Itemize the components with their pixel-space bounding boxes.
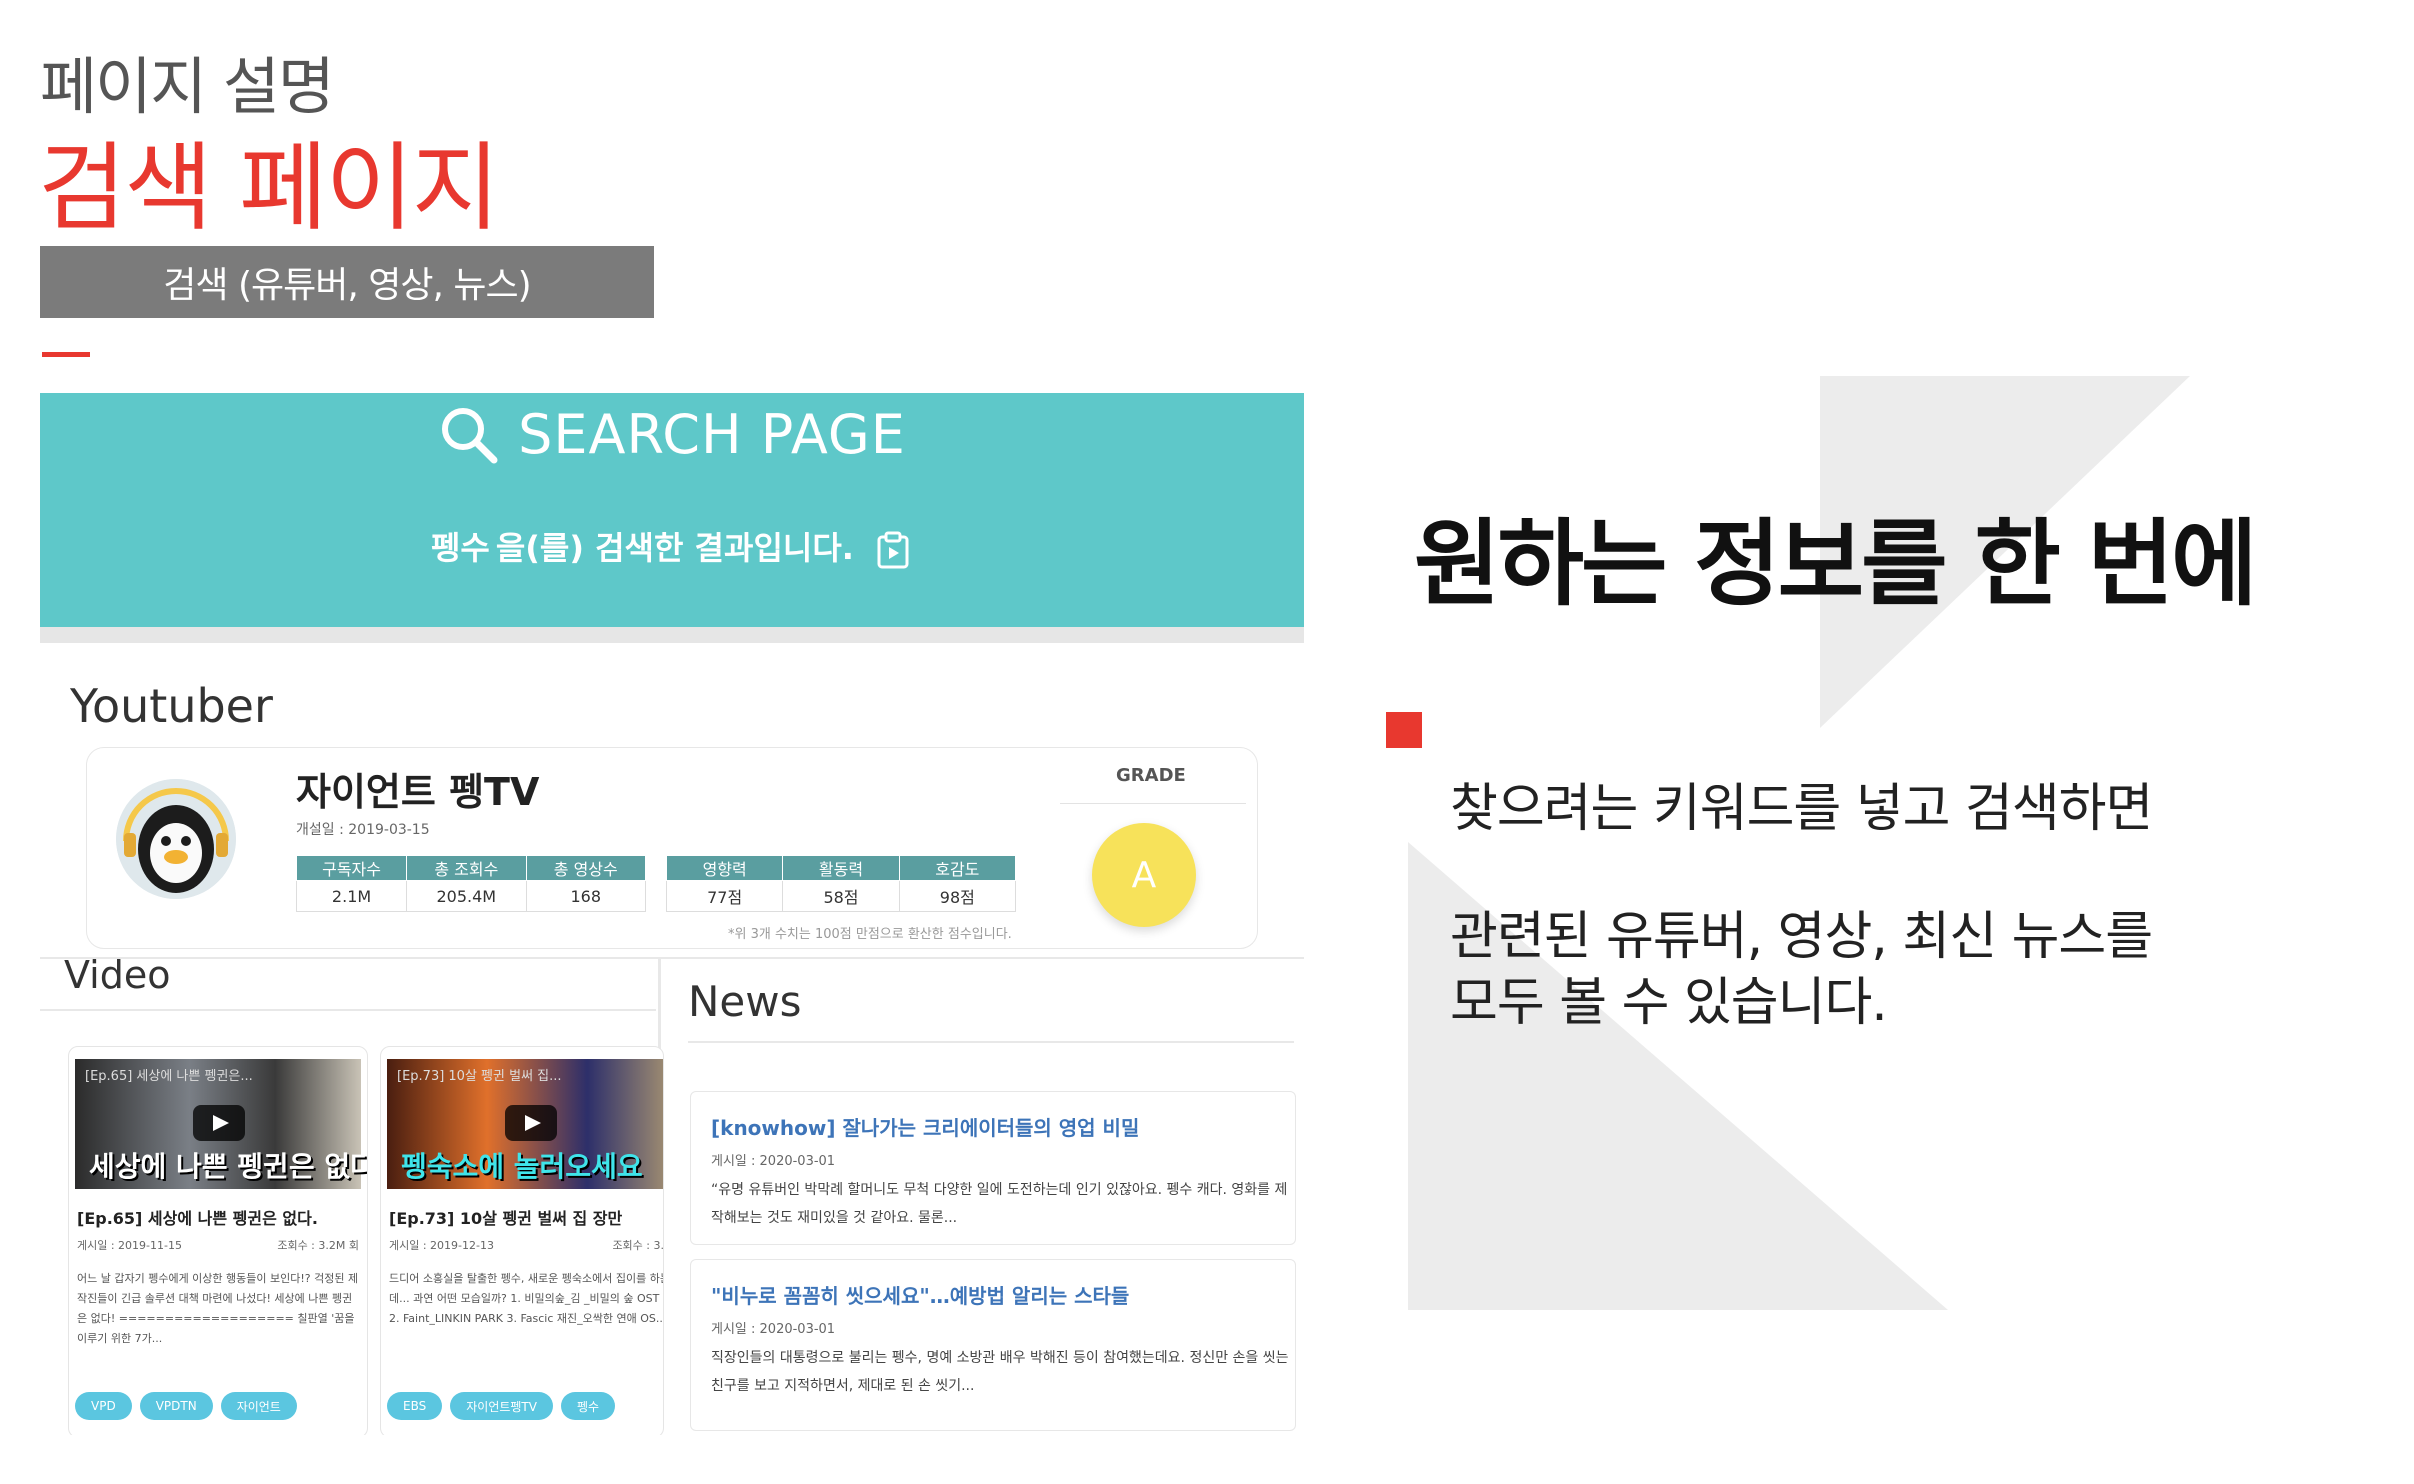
search-result-text: 을(를) 검색한 결과입니다. [495, 529, 854, 567]
video-card[interactable]: [Ep.73] 10살 펭귄 벌써 집... 펭숙소에 놀러오세요 [Ep.73… [380, 1046, 664, 1435]
bullet-square [1386, 712, 1422, 748]
thumbnail-caption: [Ep.65] 세상에 나쁜 펭귄은... [85, 1069, 253, 1084]
search-keyword: 펭수 [430, 529, 490, 567]
score-footnote: *위 3개 수치는 100점 만점으로 환산한 점수입니다. [728, 927, 1012, 942]
video-thumbnail[interactable]: [Ep.73] 10살 펭귄 벌써 집... 펭숙소에 놀러오세요 [387, 1059, 663, 1189]
channel-scores-table: 영향력 활동력 호감도 77점 58점 98점 [665, 855, 1017, 912]
grade-badge: A [1092, 823, 1196, 927]
banner-title: SEARCH PAGE [518, 403, 906, 466]
video-thumbnail[interactable]: [Ep.65] 세상에 나쁜 펭귄은... 세상에 나쁜 펭귄은 없다 [75, 1059, 367, 1189]
channel-avatar[interactable] [116, 779, 236, 899]
video-meta: 게시일 : 2019-12-13 조회수 : 3.1 [389, 1237, 664, 1253]
news-date: 게시일 : 2020-03-01 [711, 1154, 836, 1169]
grade-label: GRADE [1116, 765, 1186, 786]
news-date: 게시일 : 2020-03-01 [711, 1322, 836, 1337]
marketing-headline: 원하는 정보를 한 번에 [1414, 510, 2257, 619]
description-line-3: 모두 볼 수 있습니다. [1450, 973, 1888, 1033]
accent-dash [42, 352, 90, 357]
video-meta: 게시일 : 2019-11-15 조회수 : 3.2M 회 [77, 1237, 359, 1253]
news-section-title: News [688, 977, 802, 1026]
stat-label: 총 조회수 [406, 855, 527, 881]
stat-label: 구독자수 [295, 855, 408, 881]
video-views: 조회수 : 3.1 [612, 1239, 664, 1252]
description-line-2: 관련된 유튜버, 영상, 최신 뉴스를 [1450, 907, 2153, 967]
thumbnail-title-text: 세상에 나쁜 펭귄은 없다 [89, 1150, 368, 1183]
score-label: 영향력 [665, 855, 784, 881]
video-tag[interactable]: VPD [75, 1392, 132, 1420]
page-title: 검색 페이지 [38, 132, 500, 244]
search-icon[interactable] [438, 404, 500, 466]
search-page-screenshot: SEARCH PAGE 펭수 을(를) 검색한 결과입니다. Youtuber 자… [40, 393, 1304, 1435]
banner-separator [40, 627, 1304, 643]
video-section-divider [40, 1009, 656, 1011]
news-title[interactable]: [knowhow] 잘나가는 크리에이터들의 영업 비밀 [711, 1112, 1139, 1141]
video-card[interactable]: [Ep.65] 세상에 나쁜 펭귄은... 세상에 나쁜 펭귄은 없다 [Ep.… [68, 1046, 368, 1435]
video-tag[interactable]: VPDTN [139, 1392, 213, 1420]
video-tag[interactable]: 자이언트펭TV [450, 1392, 553, 1420]
stat-label: 총 영상수 [525, 855, 647, 881]
score-label: 호감도 [898, 855, 1017, 881]
banner-title-row: SEARCH PAGE [40, 403, 1304, 466]
news-title[interactable]: "비누로 꼼꼼히 씻으세요"…예방법 알리는 스타들 [711, 1280, 1129, 1309]
score-label: 활동력 [782, 855, 900, 881]
thumbnail-caption: [Ep.73] 10살 펭귄 벌써 집... [397, 1069, 562, 1084]
news-section-divider [688, 1041, 1294, 1043]
youtuber-card[interactable] [86, 747, 1258, 949]
stat-value: 205.4M [406, 880, 527, 912]
video-tags: EBS 자이언트펭TV 펭수 [387, 1392, 616, 1420]
youtuber-section-title: Youtuber [70, 679, 273, 733]
channel-created-date: 개설일 : 2019-03-15 [296, 822, 430, 838]
video-title[interactable]: [Ep.73] 10살 펭귄 벌써 집 장만 [389, 1205, 622, 1229]
video-tag[interactable]: EBS [387, 1392, 443, 1420]
description-line-1: 찾으려는 키워드를 넣고 검색하면 [1450, 779, 2153, 839]
channel-stats-table: 구독자수 총 조회수 총 영상수 2.1M 205.4M 168 [295, 855, 647, 912]
video-tag[interactable]: 펭수 [560, 1392, 616, 1420]
thumbnail-title-text: 펭숙소에 놀러오세요 [401, 1150, 643, 1183]
page-category-tag: 검색 (유튜버, 영상, 뉴스) [40, 246, 654, 318]
grade-divider [1060, 803, 1246, 804]
stat-value: 2.1M [295, 880, 408, 912]
news-card[interactable]: [knowhow] 잘나가는 크리에이터들의 영업 비밀 게시일 : 2020-… [690, 1091, 1296, 1245]
news-card[interactable]: "비누로 꼼꼼히 씻으세요"…예방법 알리는 스타들 게시일 : 2020-03… [690, 1259, 1296, 1431]
search-result-caption: 펭수 을(를) 검색한 결과입니다. [40, 523, 1304, 570]
video-tag[interactable]: 자이언트 [220, 1392, 297, 1420]
video-date: 게시일 : 2019-11-15 [77, 1239, 182, 1252]
play-icon[interactable] [193, 1105, 245, 1141]
video-views: 조회수 : 3.2M 회 [277, 1239, 359, 1252]
video-description: 어느 날 갑자기 펭수에게 이상한 행동들이 보인다!? 걱정된 제작진들이 긴… [77, 1272, 359, 1345]
video-description: 드디어 소홍실을 탈출한 펭수, 새로운 펭숙소에서 집이를 하는데... 과연… [389, 1272, 664, 1325]
penguin-avatar-icon [116, 779, 236, 899]
section-divider [40, 957, 1304, 959]
channel-name[interactable]: 자이언트 펭TV [296, 761, 539, 816]
score-value: 77점 [665, 880, 784, 912]
news-summary: “유명 유튜버인 박막례 할머니도 무척 다양한 일에 도전하는데 인기 있잖아… [711, 1182, 1288, 1226]
score-value: 58점 [782, 880, 900, 912]
video-date: 게시일 : 2019-12-13 [389, 1239, 494, 1252]
score-value: 98점 [898, 880, 1017, 912]
search-banner: SEARCH PAGE 펭수 을(를) 검색한 결과입니다. [40, 393, 1304, 627]
play-icon[interactable] [505, 1105, 557, 1141]
stat-value: 168 [525, 880, 647, 912]
clipboard-icon[interactable] [873, 530, 913, 570]
video-section-title: Video [64, 953, 171, 997]
news-summary: 직장인들의 대통령으로 불리는 펭수, 명예 소방관 배우 박해진 등이 참여했… [711, 1350, 1289, 1394]
video-tags: VPD VPDTN 자이언트 [75, 1392, 297, 1420]
video-title[interactable]: [Ep.65] 세상에 나쁜 펭귄은 없다. [77, 1205, 318, 1229]
